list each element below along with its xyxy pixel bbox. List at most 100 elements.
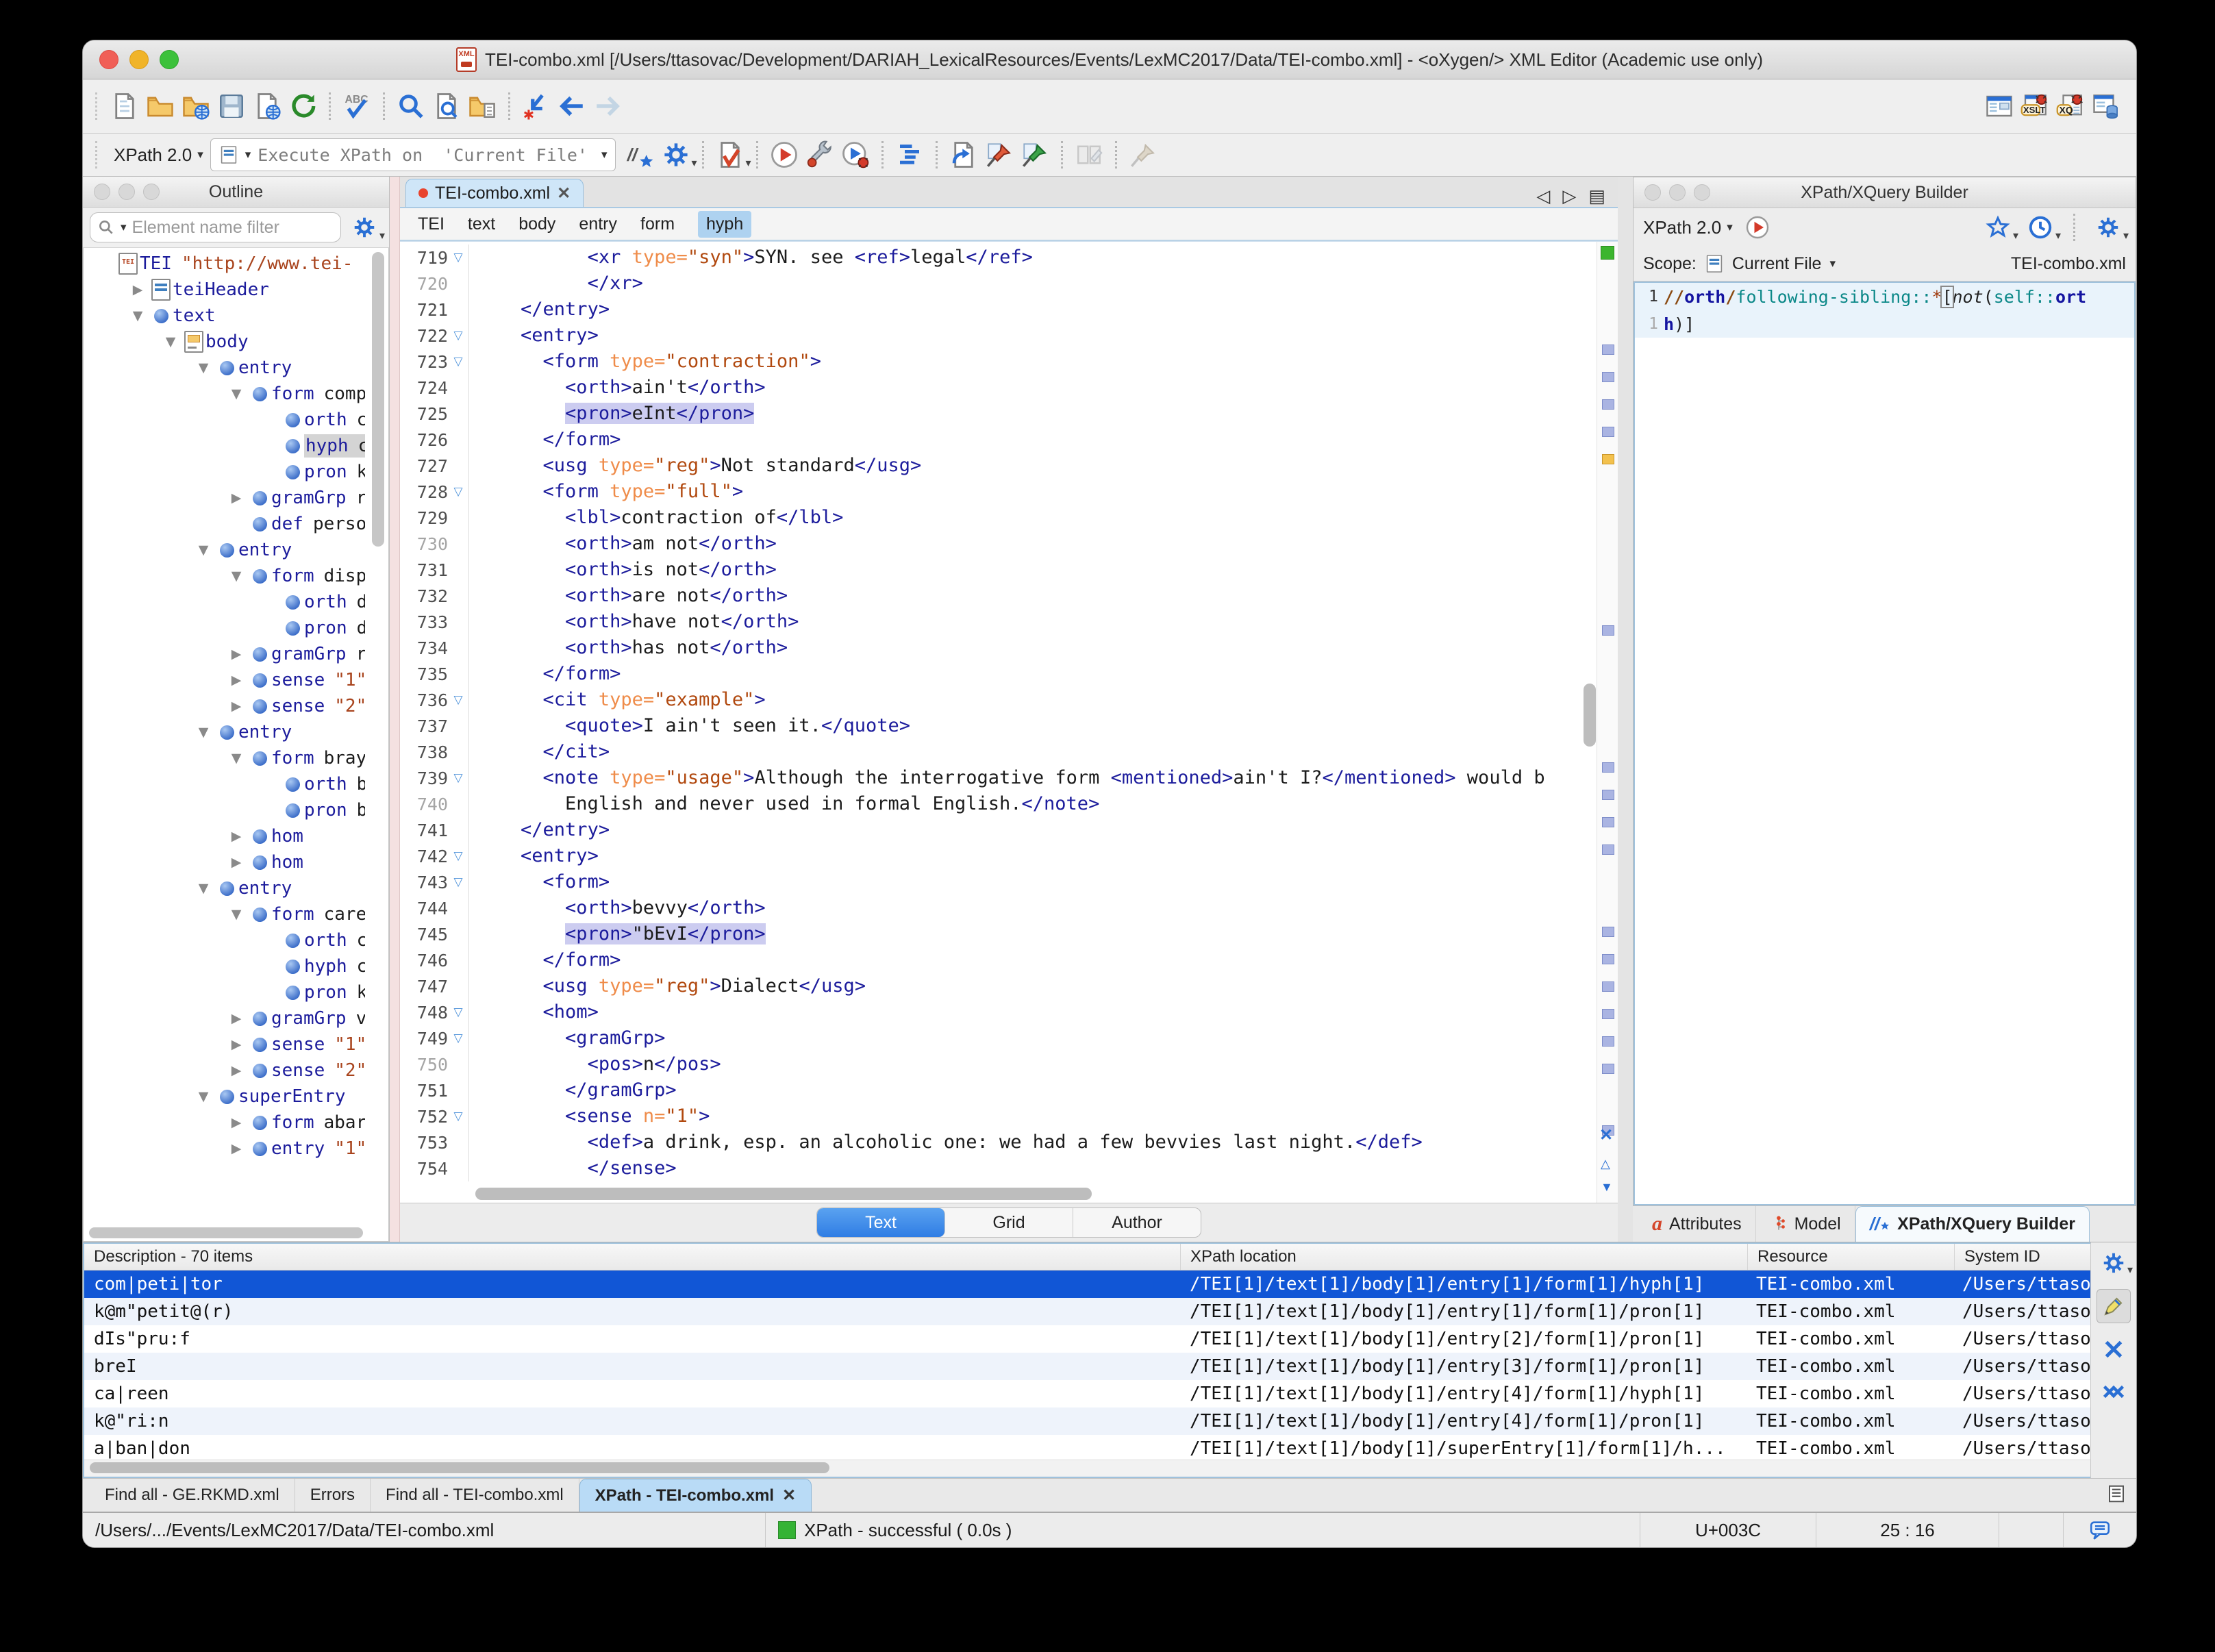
code-line-741[interactable]: 741 </entry> [400,817,1578,843]
code-line-736[interactable]: 736▽ <cit type="example"> [400,687,1578,713]
outline-tree-item-gramGrp[interactable]: ▶gramGrpv [84,1005,365,1031]
code-line-730[interactable]: 730 <orth>am not</orth> [400,531,1578,557]
notifications-button[interactable] [2064,1513,2136,1547]
close-tab-icon[interactable]: ✕ [557,184,571,203]
close-tab-icon[interactable]: ✕ [782,1486,796,1505]
builder-execute-button[interactable] [1740,210,1775,245]
builder-settings-button[interactable]: ▾ [2090,210,2126,245]
outline-tree-item-def[interactable]: defperso [84,511,365,537]
breadcrumb-item-text[interactable]: text [468,214,495,234]
highlight-results-button[interactable] [2097,1289,2131,1323]
result-row[interactable]: k@m"petit@(r)/TEI[1]/text[1]/body[1]/ent… [84,1298,2090,1325]
breadcrumb-item-TEI[interactable]: TEI [418,214,445,234]
result-marker[interactable] [1602,927,1614,937]
panel-splitter[interactable] [1618,177,1633,1242]
transform-doc-button[interactable] [946,137,981,173]
result-marker[interactable] [1602,1036,1614,1047]
outline-tree-item-orth[interactable]: orthc [84,407,365,433]
expand-arrow-icon[interactable]: ▶ [225,829,248,844]
code-line-752[interactable]: 752▽ <sense n="1"> [400,1103,1578,1129]
fold-marker-icon[interactable]: ▽ [448,355,468,368]
spell-check-button[interactable]: ABC [339,88,375,124]
collapse-arrow-icon[interactable]: ▼ [225,751,248,766]
expand-arrow-icon[interactable]: ▶ [225,490,248,505]
code-line-726[interactable]: 726 </form> [400,427,1578,453]
code-line-740[interactable]: 740 English and never used in formal Eng… [400,791,1578,817]
outline-tree-item-hom[interactable]: ▶hom [84,823,365,849]
history-button[interactable]: ▾ [2023,210,2058,245]
code-line-724[interactable]: 724 <orth>ain't</orth> [400,375,1578,401]
expand-arrow-icon[interactable]: ▶ [225,647,248,662]
wrench-button[interactable] [802,137,838,173]
reload-button[interactable] [285,88,321,124]
format-indent-button[interactable] [892,137,927,173]
outline-tree-item-form[interactable]: ▼formcare [84,901,365,927]
expand-arrow-icon[interactable]: ▶ [225,855,248,870]
fold-marker-icon[interactable]: ▽ [448,485,468,499]
open-url-button[interactable] [178,88,214,124]
database-perspective-button[interactable] [2088,88,2124,124]
code-line-729[interactable]: 729 <lbl>contraction of</lbl> [400,505,1578,531]
code-line-725[interactable]: 725 <pron>eInt</pron> [400,401,1578,427]
result-row[interactable]: ca|reen/TEI[1]/text[1]/body[1]/entry[4]/… [84,1380,2090,1407]
result-marker[interactable] [1602,1009,1614,1019]
goto-reference-button[interactable]: ✱ [518,88,554,124]
result-marker[interactable] [1602,954,1614,964]
outline-tree-item-entry[interactable]: ▶entry"1" [84,1136,365,1162]
outline-tree-item-pron[interactable]: pronk [84,459,365,485]
result-marker[interactable] [1602,372,1614,382]
result-row[interactable]: com|peti|tor/TEI[1]/text[1]/body[1]/entr… [84,1271,2090,1298]
code-line-745[interactable]: 745 <pron>"bEvI</pron> [400,921,1578,947]
expand-arrow-icon[interactable]: ▶ [225,1141,248,1156]
result-row[interactable]: a|ban|don/TEI[1]/text[1]/body[1]/superEn… [84,1435,2090,1460]
expand-arrow-icon[interactable]: ▶ [225,1037,248,1052]
mode-grid-button[interactable]: Grid [945,1208,1073,1237]
favorites-star-button[interactable]: ▾ [1980,210,2016,245]
outline-tree-item-pron[interactable]: pronk [84,979,365,1005]
breadcrumb-item-body[interactable]: body [518,214,555,234]
code-line-748[interactable]: 748▽ <hom> [400,999,1578,1025]
panel-tab-attributes[interactable]: aAttributes [1638,1206,1756,1242]
expand-arrow-icon[interactable]: ▶ [225,673,248,688]
collapse-arrow-icon[interactable]: ▼ [192,725,215,740]
code-line-743[interactable]: 743▽ <form> [400,869,1578,895]
zoom-window-button[interactable] [160,50,179,69]
pin-red-button[interactable] [981,137,1017,173]
code-line-720[interactable]: 720 </xr> [400,271,1578,297]
outline-tree-item-sense[interactable]: ▶sense"1" [84,667,365,693]
result-marker[interactable] [1602,1064,1614,1074]
view-tab-errors[interactable]: Errors [295,1479,371,1512]
close-all-results-button[interactable] [2097,1375,2130,1408]
search-button[interactable] [393,88,429,124]
outline-tree-item-orth[interactable]: orthb [84,771,365,797]
save-button[interactable] [214,88,249,124]
result-marker[interactable] [1602,427,1614,437]
result-marker[interactable] [1602,399,1614,410]
code-line-753[interactable]: 753 <def>a drink, esp. an alcoholic one:… [400,1129,1578,1155]
result-marker[interactable] [1602,625,1614,636]
new-document-button[interactable] [107,88,142,124]
outline-horizontal-scrollbar[interactable] [89,1227,363,1238]
editor-layout-button[interactable] [1981,88,2017,124]
fold-marker-icon[interactable]: ▽ [448,1110,468,1123]
results-settings-button[interactable]: ▾ [2097,1247,2130,1279]
outline-tree-item-sense[interactable]: ▶sense"2" [84,1057,365,1084]
save-to-url-button[interactable] [249,88,285,124]
code-line-727[interactable]: 727 <usg type="reg">Not standard</usg> [400,453,1578,479]
expand-arrow-icon[interactable]: ▶ [225,1115,248,1130]
fold-marker-icon[interactable]: ▽ [448,1031,468,1045]
overview-marker-column[interactable]: ✕△▼ [1597,242,1618,1203]
collapse-arrow-icon[interactable]: ▼ [192,1089,215,1104]
code-line-744[interactable]: 744 <orth>bevvy</orth> [400,895,1578,921]
results-horizontal-scrollbar[interactable] [84,1460,2090,1477]
xpath-version-dropdown[interactable]: XPath 2.0▾ [114,145,203,166]
outline-tree-item-hom[interactable]: ▶hom [84,849,365,875]
fold-marker-icon[interactable]: ▽ [448,771,468,785]
outline-tree-item-orth[interactable]: orthd [84,589,365,615]
fold-marker-icon[interactable]: ▽ [448,1005,468,1019]
outline-tree-item-entry[interactable]: ▼entry [84,875,365,901]
xpath-expression-editor[interactable]: 1//orth/following-sibling::*[not(self::o… [1634,281,2136,1205]
result-row[interactable]: dIs"pru:f/TEI[1]/text[1]/body[1]/entry[2… [84,1325,2090,1353]
outline-tree-item-hyph[interactable]: hyphc [84,433,365,459]
outline-tree-item-teiHeader[interactable]: ▶teiHeader [84,277,365,303]
